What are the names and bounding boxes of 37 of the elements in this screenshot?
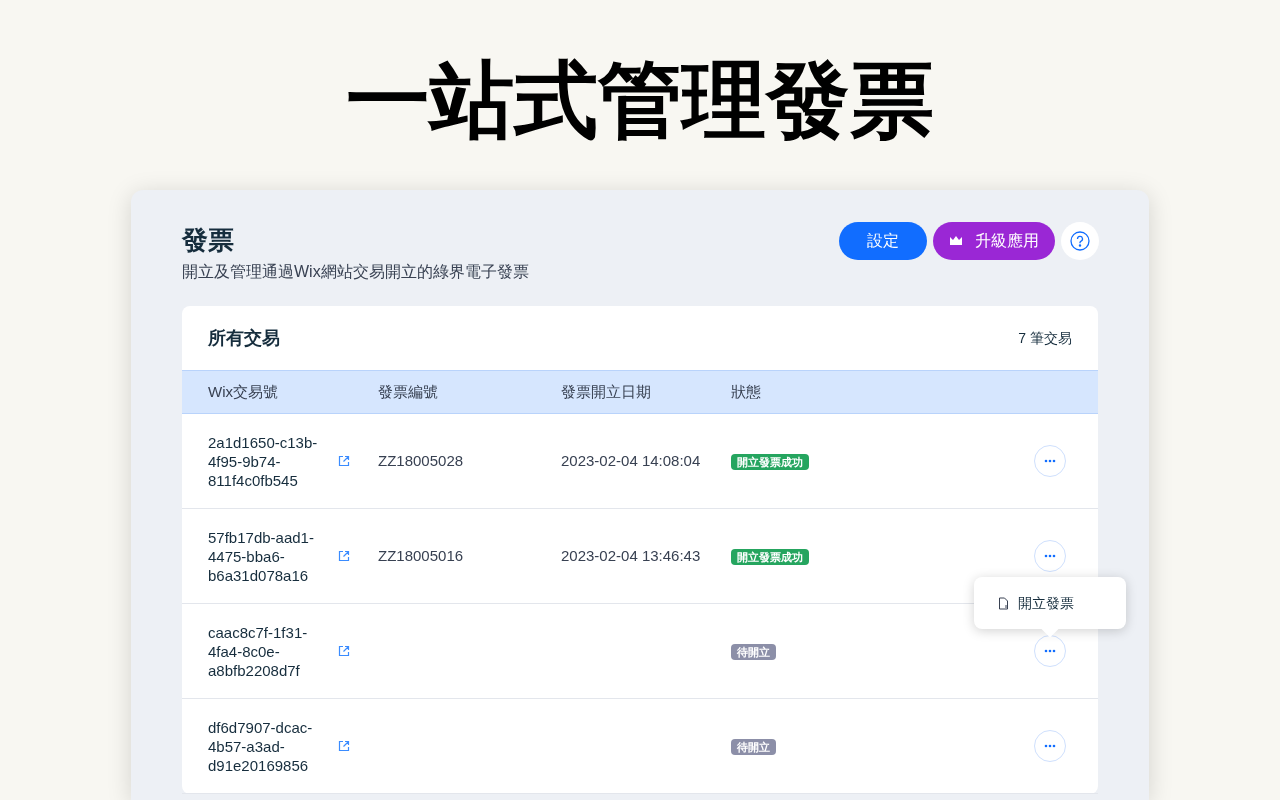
transaction-count: 7 筆交易: [1018, 328, 1072, 348]
more-icon: [1044, 554, 1056, 558]
invoice-date: 2023-02-04 14:08:04: [561, 451, 701, 469]
document-icon: [998, 596, 1010, 610]
more-icon: [1044, 744, 1056, 748]
settings-button[interactable]: 設定: [839, 222, 927, 260]
question-icon: [1070, 231, 1090, 251]
status-badge: 待開立: [731, 643, 776, 660]
status-badge: 開立發票成功: [731, 453, 809, 470]
invoice-number: ZZ18005016: [378, 546, 464, 564]
column-header: Wix交易號: [208, 381, 279, 402]
external-link-icon[interactable]: [338, 645, 350, 657]
column-header: 發票開立日期: [561, 381, 652, 402]
more-icon: [1044, 649, 1056, 653]
invoice-date: 2023-02-04 13:46:43: [561, 546, 701, 564]
external-link-icon[interactable]: [338, 550, 350, 562]
invoice-number: ZZ18005028: [378, 451, 464, 469]
upgrade-button[interactable]: 升級應用: [933, 222, 1055, 260]
status-badge: 開立發票成功: [731, 548, 809, 565]
menu-item[interactable]: 開立發票: [974, 583, 1126, 623]
external-link-icon[interactable]: [338, 455, 350, 467]
column-header: 狀態: [731, 381, 761, 402]
external-link-icon[interactable]: [338, 740, 350, 752]
page-subtitle: 開立及管理通過Wix網站交易開立的綠界電子發票: [182, 262, 529, 282]
page-title: 發票: [182, 224, 235, 257]
crown-icon: [949, 235, 963, 247]
status-badge: 待開立: [731, 738, 776, 755]
headline: 一站式管理發票: [346, 52, 934, 149]
menu-item-label: 開立發票: [1018, 593, 1074, 613]
transaction-id: 2a1d1650-c13b-4f95-9b74-811f4c0fb545: [208, 432, 319, 490]
column-header: 發票編號: [378, 381, 439, 402]
transaction-id: caac8c7f-1f31-4fa4-8c0e-a8bfb2208d7f: [208, 622, 309, 680]
card-title: 所有交易: [208, 326, 280, 350]
transaction-id: df6d7907-dcac-4b57-a3ad-d91e20169856: [208, 717, 314, 775]
transaction-id: 57fb17db-aad1-4475-bba6-b6a31d078a16: [208, 527, 315, 585]
help-button[interactable]: [1061, 222, 1099, 260]
more-icon: [1044, 459, 1056, 463]
